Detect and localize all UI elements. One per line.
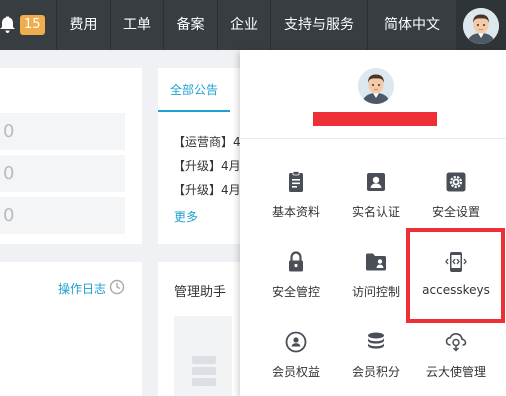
stat-value: 0 — [0, 155, 125, 192]
more-announcements-link[interactable]: 更多 — [174, 208, 198, 225]
coins-stack-icon — [368, 332, 384, 349]
menu-item-member-benefits[interactable]: 会员权益 — [256, 330, 336, 396]
avatar — [463, 8, 499, 44]
clock-icon[interactable] — [109, 279, 125, 295]
announcement-item[interactable]: 【升级】4月 — [173, 157, 241, 174]
gear-icon — [446, 172, 466, 192]
nav-icp-filing[interactable]: 备案 — [164, 0, 217, 50]
avatar — [358, 68, 394, 104]
bell-icon[interactable] — [0, 16, 16, 34]
menu-item-basic-profile[interactable]: 基本资料 — [256, 170, 336, 242]
menu-item-label: 安全设置 — [431, 205, 480, 219]
nav-language[interactable]: 简体中文 — [368, 0, 456, 50]
stat-value: 0 — [0, 197, 125, 234]
member-circle-icon — [285, 331, 307, 353]
notification-count-badge[interactable]: 15 — [20, 15, 45, 35]
nav-billing[interactable]: 费用 — [57, 0, 110, 50]
menu-item-security-control[interactable]: 安全管控 — [256, 250, 336, 322]
menu-item-label: 安全管控 — [271, 285, 320, 299]
menu-item-label: 基本资料 — [271, 205, 320, 219]
user-menu-dropdown: 基本资料 实名认证 安全设置 安全管控 访问控制 accesskeys 会员权益… — [240, 50, 506, 396]
announcement-item[interactable]: 【运营商】4 — [173, 133, 241, 150]
nav-enterprise[interactable]: 企业 — [218, 0, 270, 50]
resource-overview-card: 0 0 0 — [0, 68, 142, 244]
user-avatar-button[interactable] — [456, 0, 506, 50]
stat-value: 0 — [0, 113, 125, 150]
menu-item-cloud-ambassador[interactable]: 云大使管理 — [416, 330, 496, 396]
menu-item-member-points[interactable]: 会员积分 — [336, 330, 416, 396]
lock-icon — [289, 251, 303, 272]
helper-illustration — [174, 316, 232, 396]
nav-tickets[interactable]: 工单 — [111, 0, 163, 50]
id-card-icon — [289, 171, 303, 192]
menu-divider — [240, 138, 506, 139]
management-helper-title: 管理助手 — [174, 285, 227, 300]
tab-all-announcements[interactable]: 全部公告 — [158, 68, 230, 112]
nav-support-services[interactable]: 支持与服务 — [271, 0, 367, 50]
operation-log-link[interactable]: 操作日志 — [58, 280, 106, 297]
redacted-username — [313, 112, 437, 126]
folder-user-icon — [366, 253, 386, 271]
menu-item-label: 会员积分 — [351, 365, 400, 379]
menu-item-label: 会员权益 — [271, 365, 320, 379]
top-navigation-bar: 15 费用 工单 备案 企业 支持与服务 简体中文 — [0, 0, 506, 50]
menu-item-access-control[interactable]: 访问控制 — [336, 250, 416, 322]
announcement-item[interactable]: 【升级】4月 — [173, 181, 241, 198]
menu-item-label: 实名认证 — [351, 205, 400, 219]
menu-item-label: 访问控制 — [351, 285, 400, 299]
menu-item-real-name-verification[interactable]: 实名认证 — [336, 170, 416, 242]
person-badge-icon — [367, 173, 385, 191]
cloud-ambassador-icon — [445, 332, 467, 352]
highlight-box — [406, 228, 505, 323]
menu-item-label: 云大使管理 — [425, 365, 486, 379]
